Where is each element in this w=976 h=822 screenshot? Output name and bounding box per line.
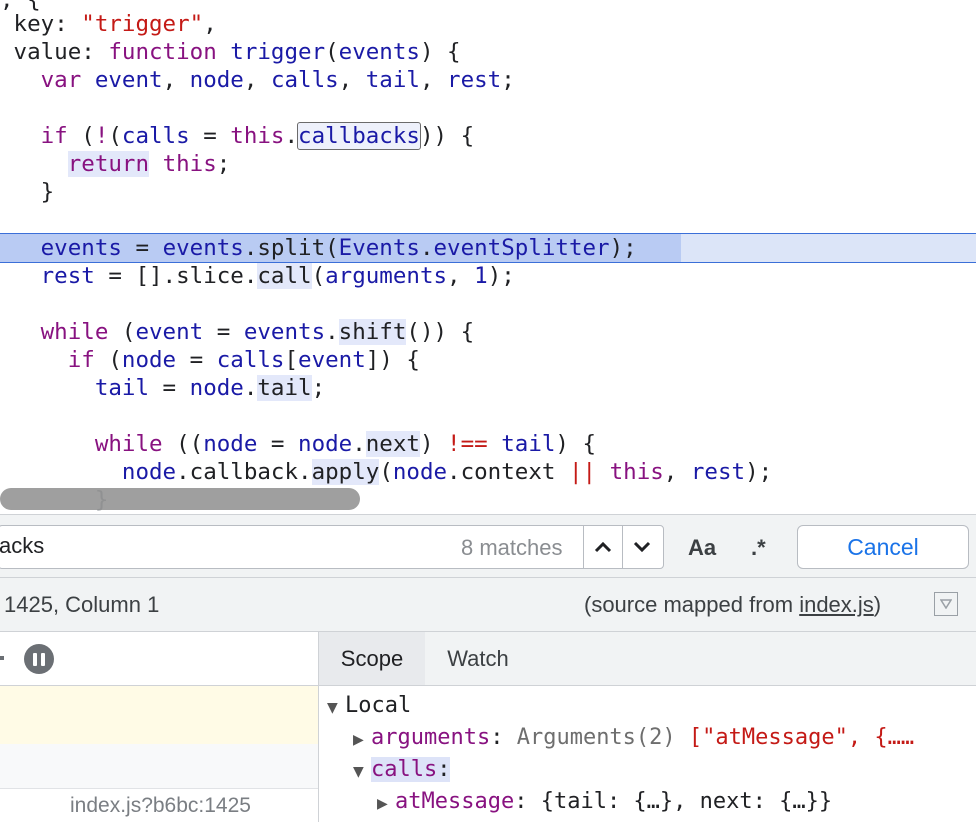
call-stack-frame[interactable] (0, 744, 318, 789)
search-bar: 8 matches Aa .* Cancel (0, 514, 976, 578)
pause-icon (33, 652, 37, 666)
match-count: 8 matches (461, 535, 563, 560)
toolbar-separator (0, 656, 4, 660)
search-box: 8 matches (0, 525, 664, 569)
source-mapped-info: (source mapped from index.js) (584, 592, 882, 617)
code-line: if (node = calls[event]) { (67, 347, 420, 373)
scope-panel: Scope Watch ▼ Local ▶ arguments: Arguments… (319, 632, 976, 822)
debugger-sidebar: index.js?b6bc:1425 (0, 632, 319, 822)
expand-triangle-icon: ▼ (353, 764, 364, 780)
code-line: if (!(calls = this.callbacks)) { (40, 122, 475, 150)
search-match-current: callbacks (297, 122, 421, 150)
code-line: } (40, 179, 55, 205)
code-line: var event, node, calls, tail, rest; (40, 67, 515, 93)
code-line: while ((node = node.next) !== tail) { (94, 431, 597, 457)
tab-watch[interactable]: Watch (427, 632, 529, 685)
scope-local-header[interactable]: ▼ Local (327, 690, 411, 722)
code-line: value: function trigger(events) { (13, 39, 461, 65)
code-line: node.callback.apply(node.context || this… (121, 459, 773, 485)
code-line-current: events = events.split(Events.eventSplitt… (40, 235, 637, 261)
previous-match-button[interactable] (583, 526, 622, 568)
regex-toggle[interactable]: .* (751, 535, 766, 561)
source-file-link[interactable]: index.js (799, 592, 874, 617)
match-case-toggle[interactable]: Aa (688, 535, 716, 561)
scope-variable-row-selected[interactable]: ▼ calls: (353, 754, 451, 786)
cancel-button[interactable]: Cancel (797, 525, 969, 569)
tab-scope[interactable]: Scope (319, 632, 425, 685)
collapse-triangle-icon: ▶ (377, 796, 388, 812)
debugger-toolbar (0, 632, 318, 686)
coverage-toggle-button[interactable] (934, 592, 958, 616)
collapse-triangle-icon: ▶ (353, 732, 364, 748)
chevron-up-icon (594, 541, 612, 553)
code-line: tail = node.tail; (94, 375, 326, 401)
code-line: return this; (67, 151, 231, 177)
triangle-down-icon (940, 599, 952, 609)
call-frame-location[interactable]: index.js?b6bc:1425 (70, 794, 251, 818)
scope-variable-row[interactable]: ▶ atMessage: {tail: {…}, next: {…}} (377, 786, 832, 818)
cursor-position: 1425, Column 1 (4, 592, 160, 617)
expand-triangle-icon: ▼ (327, 700, 338, 716)
code-line: key: "trigger", (13, 11, 217, 37)
scope-tabs: Scope Watch (319, 632, 976, 686)
chevron-down-icon (633, 541, 651, 553)
code-editor[interactable]: , { key: "trigger", value: function trig… (0, 0, 976, 514)
status-bar: 1425, Column 1 (source mapped from index… (0, 578, 976, 632)
next-match-button[interactable] (622, 526, 661, 568)
code-line: rest = [].slice.call(arguments, 1); (40, 263, 515, 289)
call-stack-frame-active[interactable] (0, 686, 318, 745)
horizontal-scrollbar[interactable] (0, 488, 360, 510)
code-line: while (event = events.shift()) { (40, 319, 475, 345)
scope-variable-row[interactable]: ▶ arguments: Arguments(2) ["atMessage", {… (353, 722, 914, 754)
search-input[interactable] (0, 526, 439, 566)
pause-on-exceptions-button[interactable] (24, 644, 54, 674)
